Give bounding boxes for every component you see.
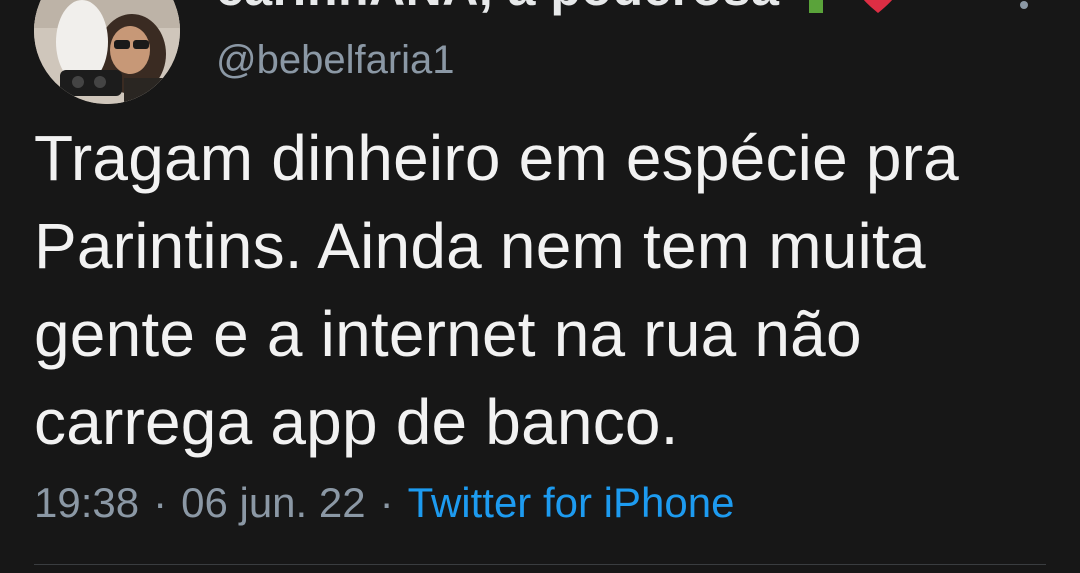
tweet-text-line: carrega app de banco. — [34, 386, 679, 458]
author-handle[interactable]: @bebelfaria1 — [216, 38, 455, 83]
tweet-source-link[interactable]: Twitter for iPhone — [408, 479, 735, 527]
tweet-date[interactable]: 06 jun. 22 — [181, 479, 366, 527]
more-options-icon[interactable] — [1014, 0, 1034, 14]
tweet-time[interactable]: 19:38 — [34, 479, 139, 527]
tweet-text: Tragam dinheiro em espécie pra Parintins… — [34, 114, 1044, 466]
separator: · — [379, 479, 394, 526]
heart-emoji — [853, 0, 903, 22]
display-name-row[interactable]: carinhANA, a poderosa — [216, 0, 903, 20]
tweet-detail: carinhANA, a poderosa @bebelfaria1 Traga… — [0, 0, 1080, 573]
display-name[interactable]: carinhANA, a poderosa — [216, 0, 779, 17]
avatar-image — [34, 0, 180, 104]
tweet-metadata: 19:38 · 06 jun. 22 · Twitter for iPhone — [34, 476, 734, 530]
divider — [34, 564, 1046, 565]
separator: · — [153, 479, 168, 526]
tweet-text-line: gente e a internet na rua não — [34, 298, 862, 370]
cactus-emoji — [789, 0, 843, 22]
avatar[interactable] — [34, 0, 180, 104]
tweet-text-line: Tragam dinheiro em espécie pra — [34, 122, 959, 194]
tweet-text-line: Parintins. Ainda nem tem muita — [34, 210, 926, 282]
